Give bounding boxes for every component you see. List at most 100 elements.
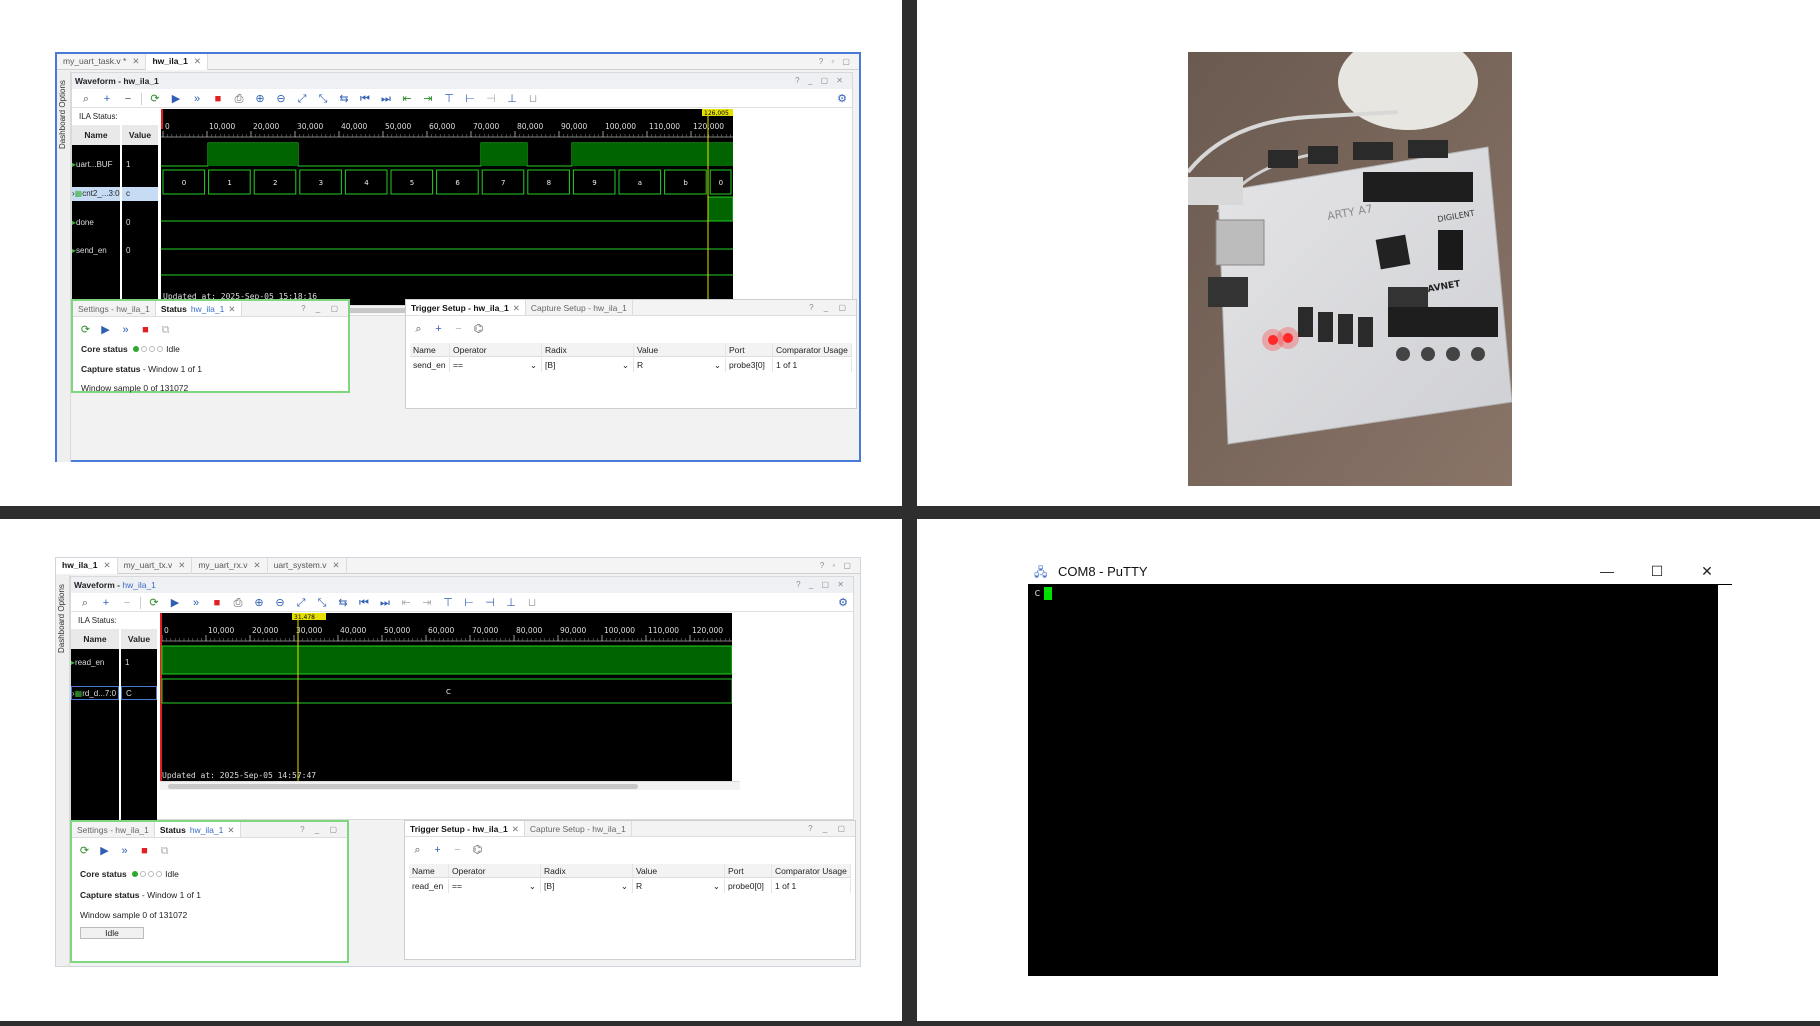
go-start-icon[interactable]: ⏮ [355,91,375,107]
value-select[interactable]: R ⌄ [633,879,725,893]
radix-select[interactable]: [B] ⌄ [542,358,634,372]
waveform-canvas[interactable]: Updated at: 2025-Sep-05 14:57:47 0 10,000… [160,613,732,781]
close-icon[interactable]: ✕ [227,822,234,837]
remove-icon[interactable]: − [449,842,466,858]
search-icon[interactable]: ⌕ [75,595,95,611]
run-trigger-icon[interactable]: ▶ [96,843,113,859]
refresh-icon[interactable]: ⟳ [145,91,165,107]
gear-icon[interactable]: ⚙ [833,595,853,611]
zoom-out-icon[interactable]: ⊖ [270,595,290,611]
window-controls[interactable]: ? ▫ ▢ [819,57,853,66]
prev-marker-icon[interactable]: ⊢ [460,91,480,107]
stop-icon[interactable]: ■ [136,843,153,859]
tab-capture-setup[interactable]: Capture Setup - hw_ila_1 [525,821,632,836]
panel-controls[interactable]: ? _ ▢ ✕ [796,580,847,589]
signal-row[interactable]: ▸uart...BUF [72,158,120,172]
add-icon[interactable]: + [96,595,116,611]
maximize-icon[interactable]: ☐ [1632,558,1682,584]
swap-markers-icon[interactable]: ⊥ [501,595,521,611]
doc-tab-hw-ila[interactable]: hw_ila_1 ✕ [146,54,208,70]
go-end-icon[interactable]: ⏭ [375,595,395,611]
refresh-icon[interactable]: ⟳ [144,595,164,611]
panel-controls[interactable]: ? _ ▢ [809,303,850,312]
doc-tab-uart-system[interactable]: uart_system.v ✕ [268,558,347,574]
prev-transition-icon[interactable]: ⇤ [396,595,416,611]
auto-retrigger-icon[interactable]: ⧉ [157,322,174,338]
run-trigger-icon[interactable]: ▶ [97,322,114,338]
zoom-in-icon[interactable]: ⊕ [249,595,269,611]
trigger-row[interactable]: send_en == ⌄ [B] ⌄ R ⌄ probe3[0] 1 of 1 [410,358,852,372]
auto-retrigger-icon[interactable]: ⧉ [156,843,173,859]
trigger-condition-icon[interactable]: ⌬ [469,842,486,858]
dashboard-options-sidebar[interactable]: Dashboard Options [57,71,71,462]
stop-icon[interactable]: ■ [208,91,228,107]
trigger-row[interactable]: read_en == ⌄ [B] ⌄ R ⌄ probe0[0] 1 of 1 [409,879,851,893]
minimize-icon[interactable]: — [1582,558,1632,584]
doc-tab-uart-task[interactable]: my_uart_task.v * ✕ [57,54,147,70]
tab-status[interactable]: Status hw_ila_1 ✕ [154,822,241,837]
waveform-vertical-scrollbar[interactable] [734,109,742,305]
refresh-icon[interactable]: ⟳ [77,322,94,338]
tab-status[interactable]: Status hw_ila_1 ✕ [155,301,242,316]
close-icon[interactable]: ✕ [513,300,520,315]
next-transition-icon[interactable]: ⇥ [417,595,437,611]
waveform-vertical-scrollbar[interactable] [733,613,741,781]
close-icon[interactable]: ✕ [132,54,139,70]
panel-controls[interactable]: ? _ ▢ [808,824,849,833]
tab-trigger-setup[interactable]: Trigger Setup - hw_ila_1 ✕ [405,821,525,836]
value-select[interactable]: R ⌄ [634,358,726,372]
run-immediate-icon[interactable]: » [187,91,207,107]
panel-controls[interactable]: ? _ ▢ [301,304,342,313]
zoom-cursor-icon[interactable]: ⤡ [313,91,333,107]
search-icon[interactable]: ⌕ [410,321,427,337]
close-icon[interactable]: ✕ [103,558,110,574]
add-marker-icon[interactable]: ⊤ [438,595,458,611]
close-icon[interactable]: ✕ [228,301,235,316]
snap-icon[interactable]: ⊔ [522,595,542,611]
remove-icon[interactable]: − [118,91,138,107]
add-marker-icon[interactable]: ⊤ [439,91,459,107]
doc-tab-uart-rx[interactable]: my_uart_rx.v ✕ [192,558,268,574]
close-icon[interactable]: ✕ [1682,558,1732,584]
run-trigger-icon[interactable]: ▶ [165,595,185,611]
refresh-icon[interactable]: ⟳ [76,843,93,859]
putty-terminal[interactable]: c [1028,585,1718,976]
close-icon[interactable]: ✕ [178,558,185,574]
panel-controls[interactable]: ? _ ▢ ✕ [795,76,846,85]
prev-marker-icon[interactable]: ⊢ [459,595,479,611]
add-icon[interactable]: + [97,91,117,107]
go-start-icon[interactable]: ⏮ [354,595,374,611]
add-icon[interactable]: + [430,321,447,337]
tab-settings[interactable]: Settings - hw_ila_1 [73,301,156,316]
zoom-cursor-icon[interactable]: ⤡ [312,595,332,611]
doc-tab-uart-tx[interactable]: my_uart_tx.v ✕ [118,558,193,574]
close-icon[interactable]: ✕ [253,558,260,574]
close-icon[interactable]: ✕ [194,54,201,70]
radix-select[interactable]: [B] ⌄ [541,879,633,893]
putty-title-bar[interactable]: 🖧 COM8 - PuTTY — ☐ ✕ [1028,558,1732,584]
run-immediate-icon[interactable]: » [186,595,206,611]
zoom-fit-icon[interactable]: ⤢ [291,595,311,611]
waveform-horizontal-scrollbar[interactable] [160,781,740,790]
run-trigger-icon[interactable]: ▶ [166,91,186,107]
search-icon[interactable]: ⌕ [76,91,96,107]
dashboard-options-sidebar[interactable]: Dashboard Options [56,575,70,966]
signal-row[interactable]: ▸read_en [71,656,119,670]
scroll-thumb[interactable] [168,784,638,789]
waveform-canvas[interactable]: Updated at: 2025-Sep-05 15:18:16 0 10,000… [161,109,733,305]
export-icon[interactable]: ⎙ [229,91,249,107]
panel-controls[interactable]: ? _ ▢ [300,825,341,834]
next-marker-icon[interactable]: ⊣ [480,595,500,611]
zoom-fit-icon[interactable]: ⤢ [292,91,312,107]
tab-settings[interactable]: Settings - hw_ila_1 [72,822,155,837]
operator-select[interactable]: == ⌄ [450,358,542,372]
stop-icon[interactable]: ■ [137,322,154,338]
trigger-condition-icon[interactable]: ⌬ [470,321,487,337]
search-icon[interactable]: ⌕ [409,842,426,858]
remove-icon[interactable]: − [117,595,137,611]
next-marker-icon[interactable]: ⊣ [481,91,501,107]
close-icon[interactable]: ✕ [333,558,340,574]
stop-icon[interactable]: ■ [207,595,227,611]
doc-tab-hw-ila[interactable]: hw_ila_1 ✕ [56,558,118,574]
signal-row[interactable]: ▸send_en [72,244,120,258]
